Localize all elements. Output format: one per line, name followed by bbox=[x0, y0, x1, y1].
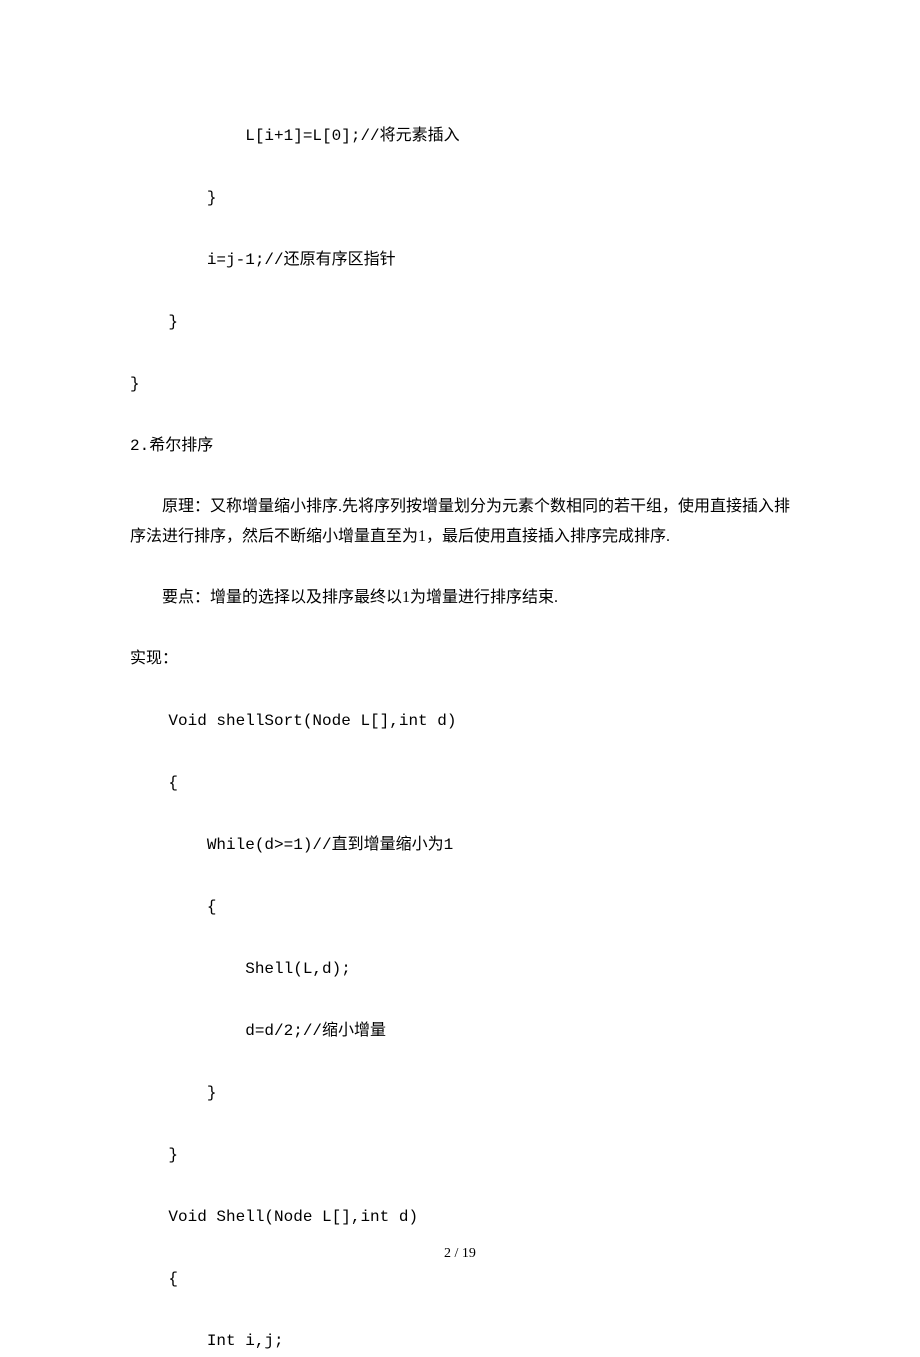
code-line: d=d/2;//缩小增量 bbox=[130, 1015, 790, 1047]
code-line: Void Shell(Node L[],int d) bbox=[130, 1201, 790, 1233]
code-line: { bbox=[130, 891, 790, 923]
code-line: While(d>=1)//直到增量缩小为1 bbox=[130, 829, 790, 861]
code-line: { bbox=[130, 1263, 790, 1295]
section-heading: 2.希尔排序 bbox=[130, 430, 790, 462]
code-line: { bbox=[130, 767, 790, 799]
code-line: Shell(L,d); bbox=[130, 953, 790, 985]
code-line: } bbox=[130, 1139, 790, 1171]
code-line: } bbox=[130, 182, 790, 214]
page-number: 2 / 19 bbox=[0, 1246, 920, 1262]
code-line: L[i+1]=L[0];//将元素插入 bbox=[130, 120, 790, 152]
paragraph: 原理：又称增量缩小排序.先将序列按增量划分为元素个数相同的若干组，使用直接插入排… bbox=[130, 492, 790, 553]
code-line: i=j-1;//还原有序区指针 bbox=[130, 244, 790, 276]
document-content: L[i+1]=L[0];//将元素插入 } i=j-1;//还原有序区指针 } … bbox=[130, 120, 790, 1357]
paragraph: 实现： bbox=[130, 643, 790, 675]
code-line: Int i,j; bbox=[130, 1325, 790, 1357]
code-line: } bbox=[130, 1077, 790, 1109]
code-line: Void shellSort(Node L[],int d) bbox=[130, 705, 790, 737]
paragraph: 要点：增量的选择以及排序最终以1为增量进行排序结束. bbox=[130, 583, 790, 613]
code-line: } bbox=[130, 306, 790, 338]
code-line: } bbox=[130, 368, 790, 400]
